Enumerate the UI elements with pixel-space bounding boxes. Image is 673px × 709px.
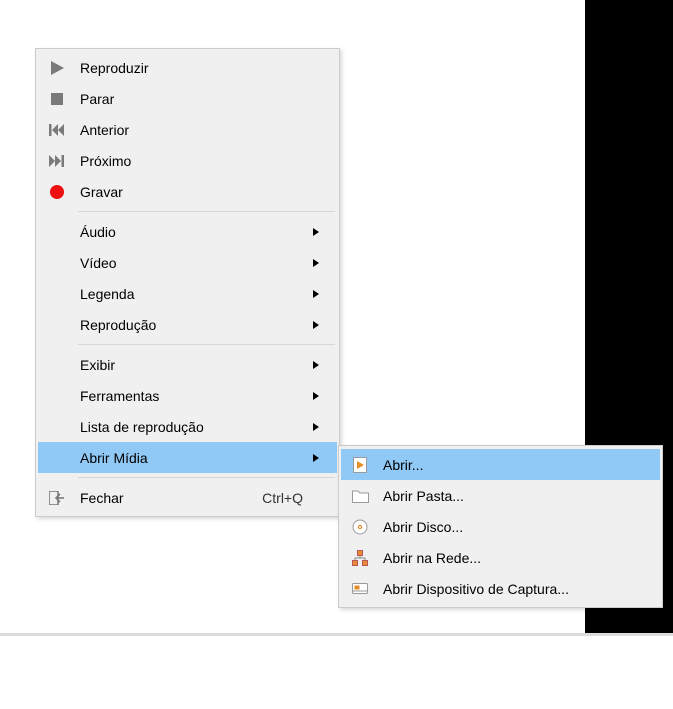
submenu-item-open-network[interactable]: Abrir na Rede... [341, 542, 660, 573]
menu-label: Vídeo [76, 255, 313, 271]
play-icon [38, 61, 76, 75]
menu-label: Lista de reprodução [76, 419, 313, 435]
previous-icon [38, 124, 76, 136]
menu-separator [78, 477, 335, 478]
submenu-arrow-icon [313, 290, 331, 298]
menu-label: Abrir Mídia [76, 450, 313, 466]
disc-icon [341, 519, 379, 535]
menu-label: Abrir Pasta... [379, 488, 636, 504]
exit-icon [38, 491, 76, 505]
menu-item-previous[interactable]: Anterior [38, 114, 337, 145]
menu-item-stop[interactable]: Parar [38, 83, 337, 114]
submenu-arrow-icon [313, 228, 331, 236]
submenu-arrow-icon [313, 321, 331, 329]
menu-separator [78, 211, 335, 212]
menu-label: Abrir na Rede... [379, 550, 636, 566]
menu-item-audio[interactable]: Áudio [38, 216, 337, 247]
menu-item-playlist[interactable]: Lista de reprodução [38, 411, 337, 442]
record-icon [38, 185, 76, 199]
menu-item-close[interactable]: Fechar Ctrl+Q [38, 482, 337, 513]
menu-label: Fechar [76, 490, 262, 506]
menu-item-tools[interactable]: Ferramentas [38, 380, 337, 411]
menu-label: Reproduzir [76, 60, 313, 76]
submenu-arrow-icon [313, 392, 331, 400]
menu-separator [78, 344, 335, 345]
menu-label: Gravar [76, 184, 313, 200]
file-play-icon [341, 457, 379, 473]
menu-item-record[interactable]: Gravar [38, 176, 337, 207]
next-icon [38, 155, 76, 167]
submenu-item-open-disc[interactable]: Abrir Disco... [341, 511, 660, 542]
submenu-item-open-folder[interactable]: Abrir Pasta... [341, 480, 660, 511]
menu-label: Abrir... [379, 457, 636, 473]
menu-label: Áudio [76, 224, 313, 240]
stop-icon [38, 93, 76, 105]
submenu-arrow-icon [313, 423, 331, 431]
menu-item-play[interactable]: Reproduzir [38, 52, 337, 83]
submenu-arrow-icon [313, 361, 331, 369]
folder-icon [341, 489, 379, 503]
menu-shortcut: Ctrl+Q [262, 490, 313, 506]
submenu-arrow-icon [313, 259, 331, 267]
context-menu: Reproduzir Parar Anterior [35, 48, 340, 517]
open-media-submenu: Abrir... Abrir Pasta... Abrir Disco... [338, 445, 663, 608]
capture-device-icon [341, 581, 379, 597]
network-icon [341, 550, 379, 566]
panel-divider [0, 633, 673, 636]
menu-item-video[interactable]: Vídeo [38, 247, 337, 278]
menu-label: Abrir Dispositivo de Captura... [379, 581, 636, 597]
menu-label: Reprodução [76, 317, 313, 333]
submenu-item-open-capture[interactable]: Abrir Dispositivo de Captura... [341, 573, 660, 604]
menu-label: Parar [76, 91, 313, 107]
menu-label: Legenda [76, 286, 313, 302]
menu-item-playback[interactable]: Reprodução [38, 309, 337, 340]
menu-label: Abrir Disco... [379, 519, 636, 535]
menu-item-open-media[interactable]: Abrir Mídia [38, 442, 337, 473]
menu-label: Próximo [76, 153, 313, 169]
menu-label: Anterior [76, 122, 313, 138]
menu-label: Exibir [76, 357, 313, 373]
menu-item-next[interactable]: Próximo [38, 145, 337, 176]
submenu-item-open[interactable]: Abrir... [341, 449, 660, 480]
menu-label: Ferramentas [76, 388, 313, 404]
menu-item-subtitle[interactable]: Legenda [38, 278, 337, 309]
submenu-arrow-icon [313, 454, 331, 462]
menu-item-view[interactable]: Exibir [38, 349, 337, 380]
